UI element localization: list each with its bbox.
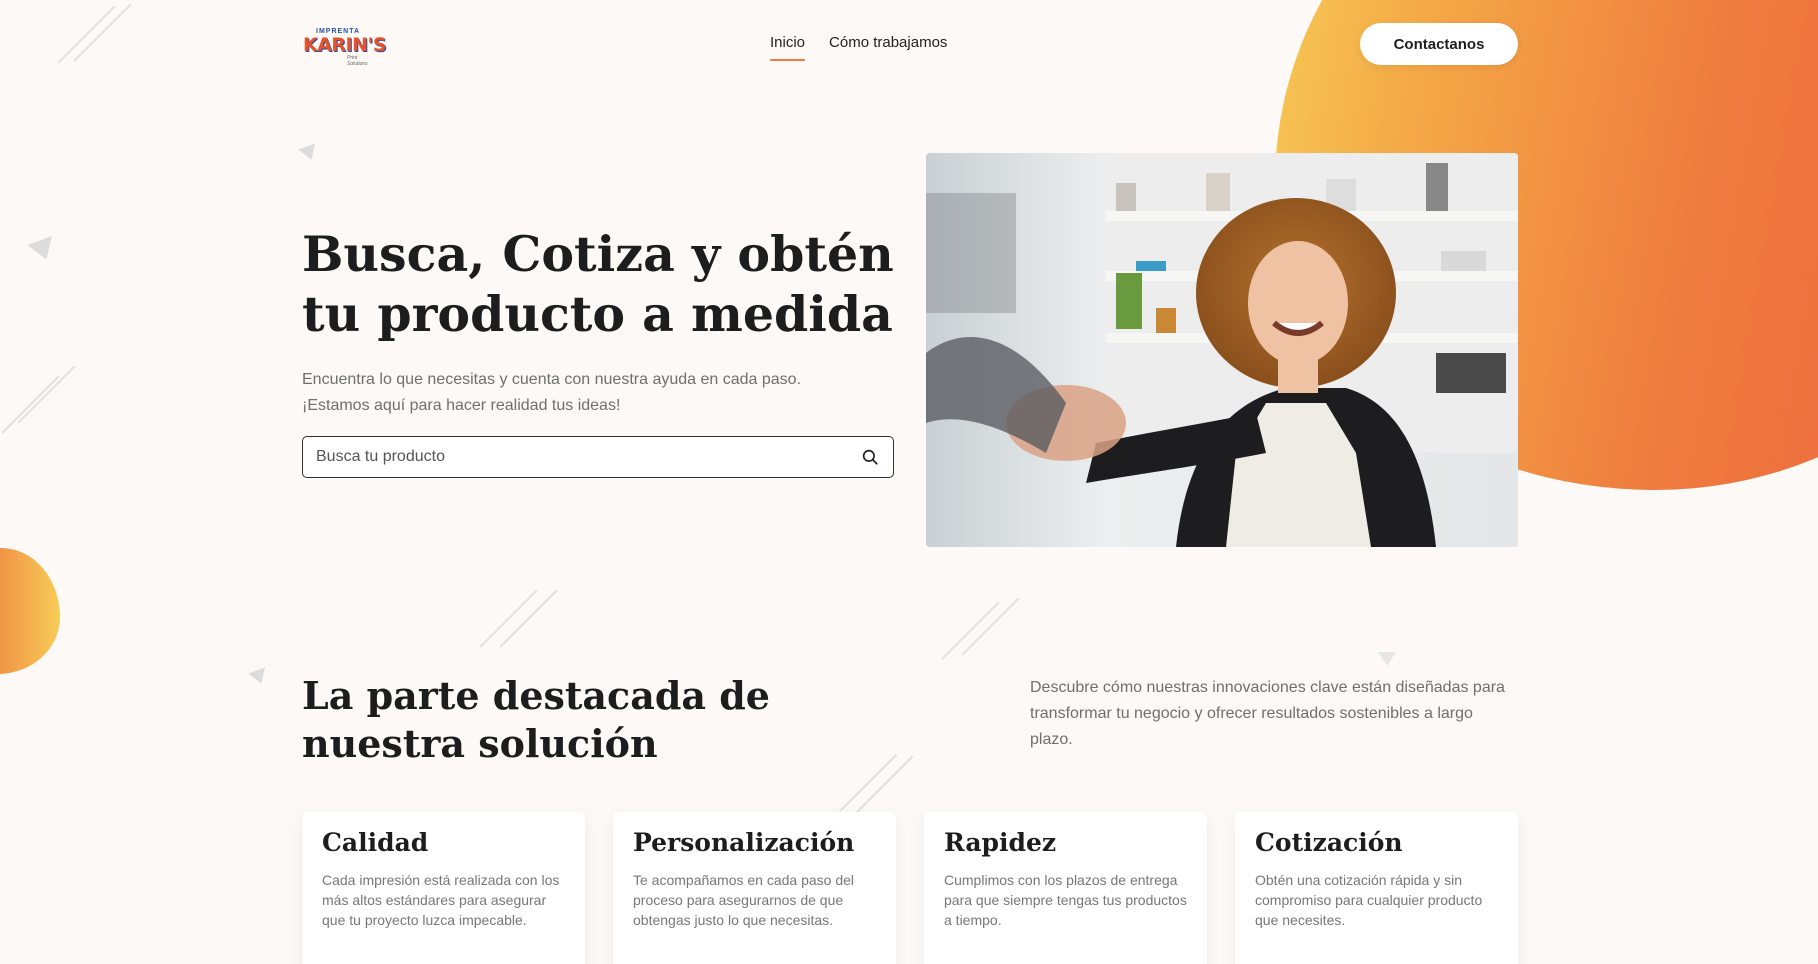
hero-subtitle-line-2: ¡Estamos aquí para hacer realidad tus id… <box>302 397 621 414</box>
feature-cards: Calidad Cada impresión está realizada co… <box>302 812 1518 964</box>
decorative-line <box>73 3 132 62</box>
decorative-line <box>941 601 1000 660</box>
features-title: La parte destacada de nuestra solución <box>302 673 770 766</box>
feature-card-text: Te acompañamos en cada paso del proceso … <box>633 872 855 928</box>
logo[interactable]: IMPRENTA KARIN'S Print Solutions <box>303 28 387 67</box>
feature-card-personalizacion: Personalización Te acompañamos en cada p… <box>613 812 896 964</box>
search-icon[interactable] <box>861 448 879 466</box>
decorative-line <box>17 365 76 424</box>
feature-card-cotizacion: Cotización Obtén una cotización rápida y… <box>1235 812 1518 964</box>
hero-subtitle: Encuentra lo que necesitas y cuenta con … <box>302 367 902 419</box>
feature-card-text: Obtén una cotización rápida y sin compro… <box>1255 872 1483 928</box>
feature-card-calidad: Calidad Cada impresión está realizada co… <box>302 812 585 964</box>
decorative-triangle <box>248 667 270 687</box>
decorative-line <box>961 597 1020 656</box>
search-input[interactable] <box>303 437 843 477</box>
feature-card-text: Cumplimos con los plazos de entrega para… <box>944 872 1187 928</box>
hero-title: Busca, Cotiza y obtén tu producto a medi… <box>302 225 894 343</box>
decorative-triangle <box>1378 652 1396 666</box>
logo-main-text: KARIN'S <box>303 34 387 56</box>
feature-card-text: Cada impresión está realizada con los má… <box>322 872 560 928</box>
feature-card-title: Calidad <box>322 828 429 857</box>
decorative-triangle <box>298 143 320 163</box>
feature-card-rapidez: Rapidez Cumplimos con los plazos de entr… <box>924 812 1207 964</box>
feature-card-title: Personalización <box>633 828 855 857</box>
hero-photo-illustration <box>926 153 1518 547</box>
hero-subtitle-line-1: Encuentra lo que necesitas y cuenta con … <box>302 371 802 388</box>
page: IMPRENTA KARIN'S Print Solutions Inicio … <box>0 0 1818 964</box>
decorative-line <box>57 5 116 64</box>
logo-tagline: Print Solutions <box>347 55 368 67</box>
nav-item-inicio[interactable]: Inicio <box>770 34 806 61</box>
contact-button[interactable]: Contactanos <box>1360 23 1518 65</box>
features-description: Descubre cómo nuestras innovaciones clav… <box>1030 679 1505 748</box>
decorative-line <box>1 375 60 434</box>
decorative-line <box>839 753 898 812</box>
search-box <box>302 436 894 478</box>
nav-item-como-trabajamos[interactable]: Cómo trabajamos <box>829 34 947 51</box>
main-nav: Inicio Cómo trabajamos <box>770 34 947 61</box>
decorative-triangle <box>27 236 59 264</box>
hero-image <box>926 153 1518 547</box>
decorative-gradient-blob-left <box>0 548 60 674</box>
feature-card-title: Rapidez <box>944 828 1057 857</box>
feature-card-title: Cotización <box>1255 828 1403 857</box>
